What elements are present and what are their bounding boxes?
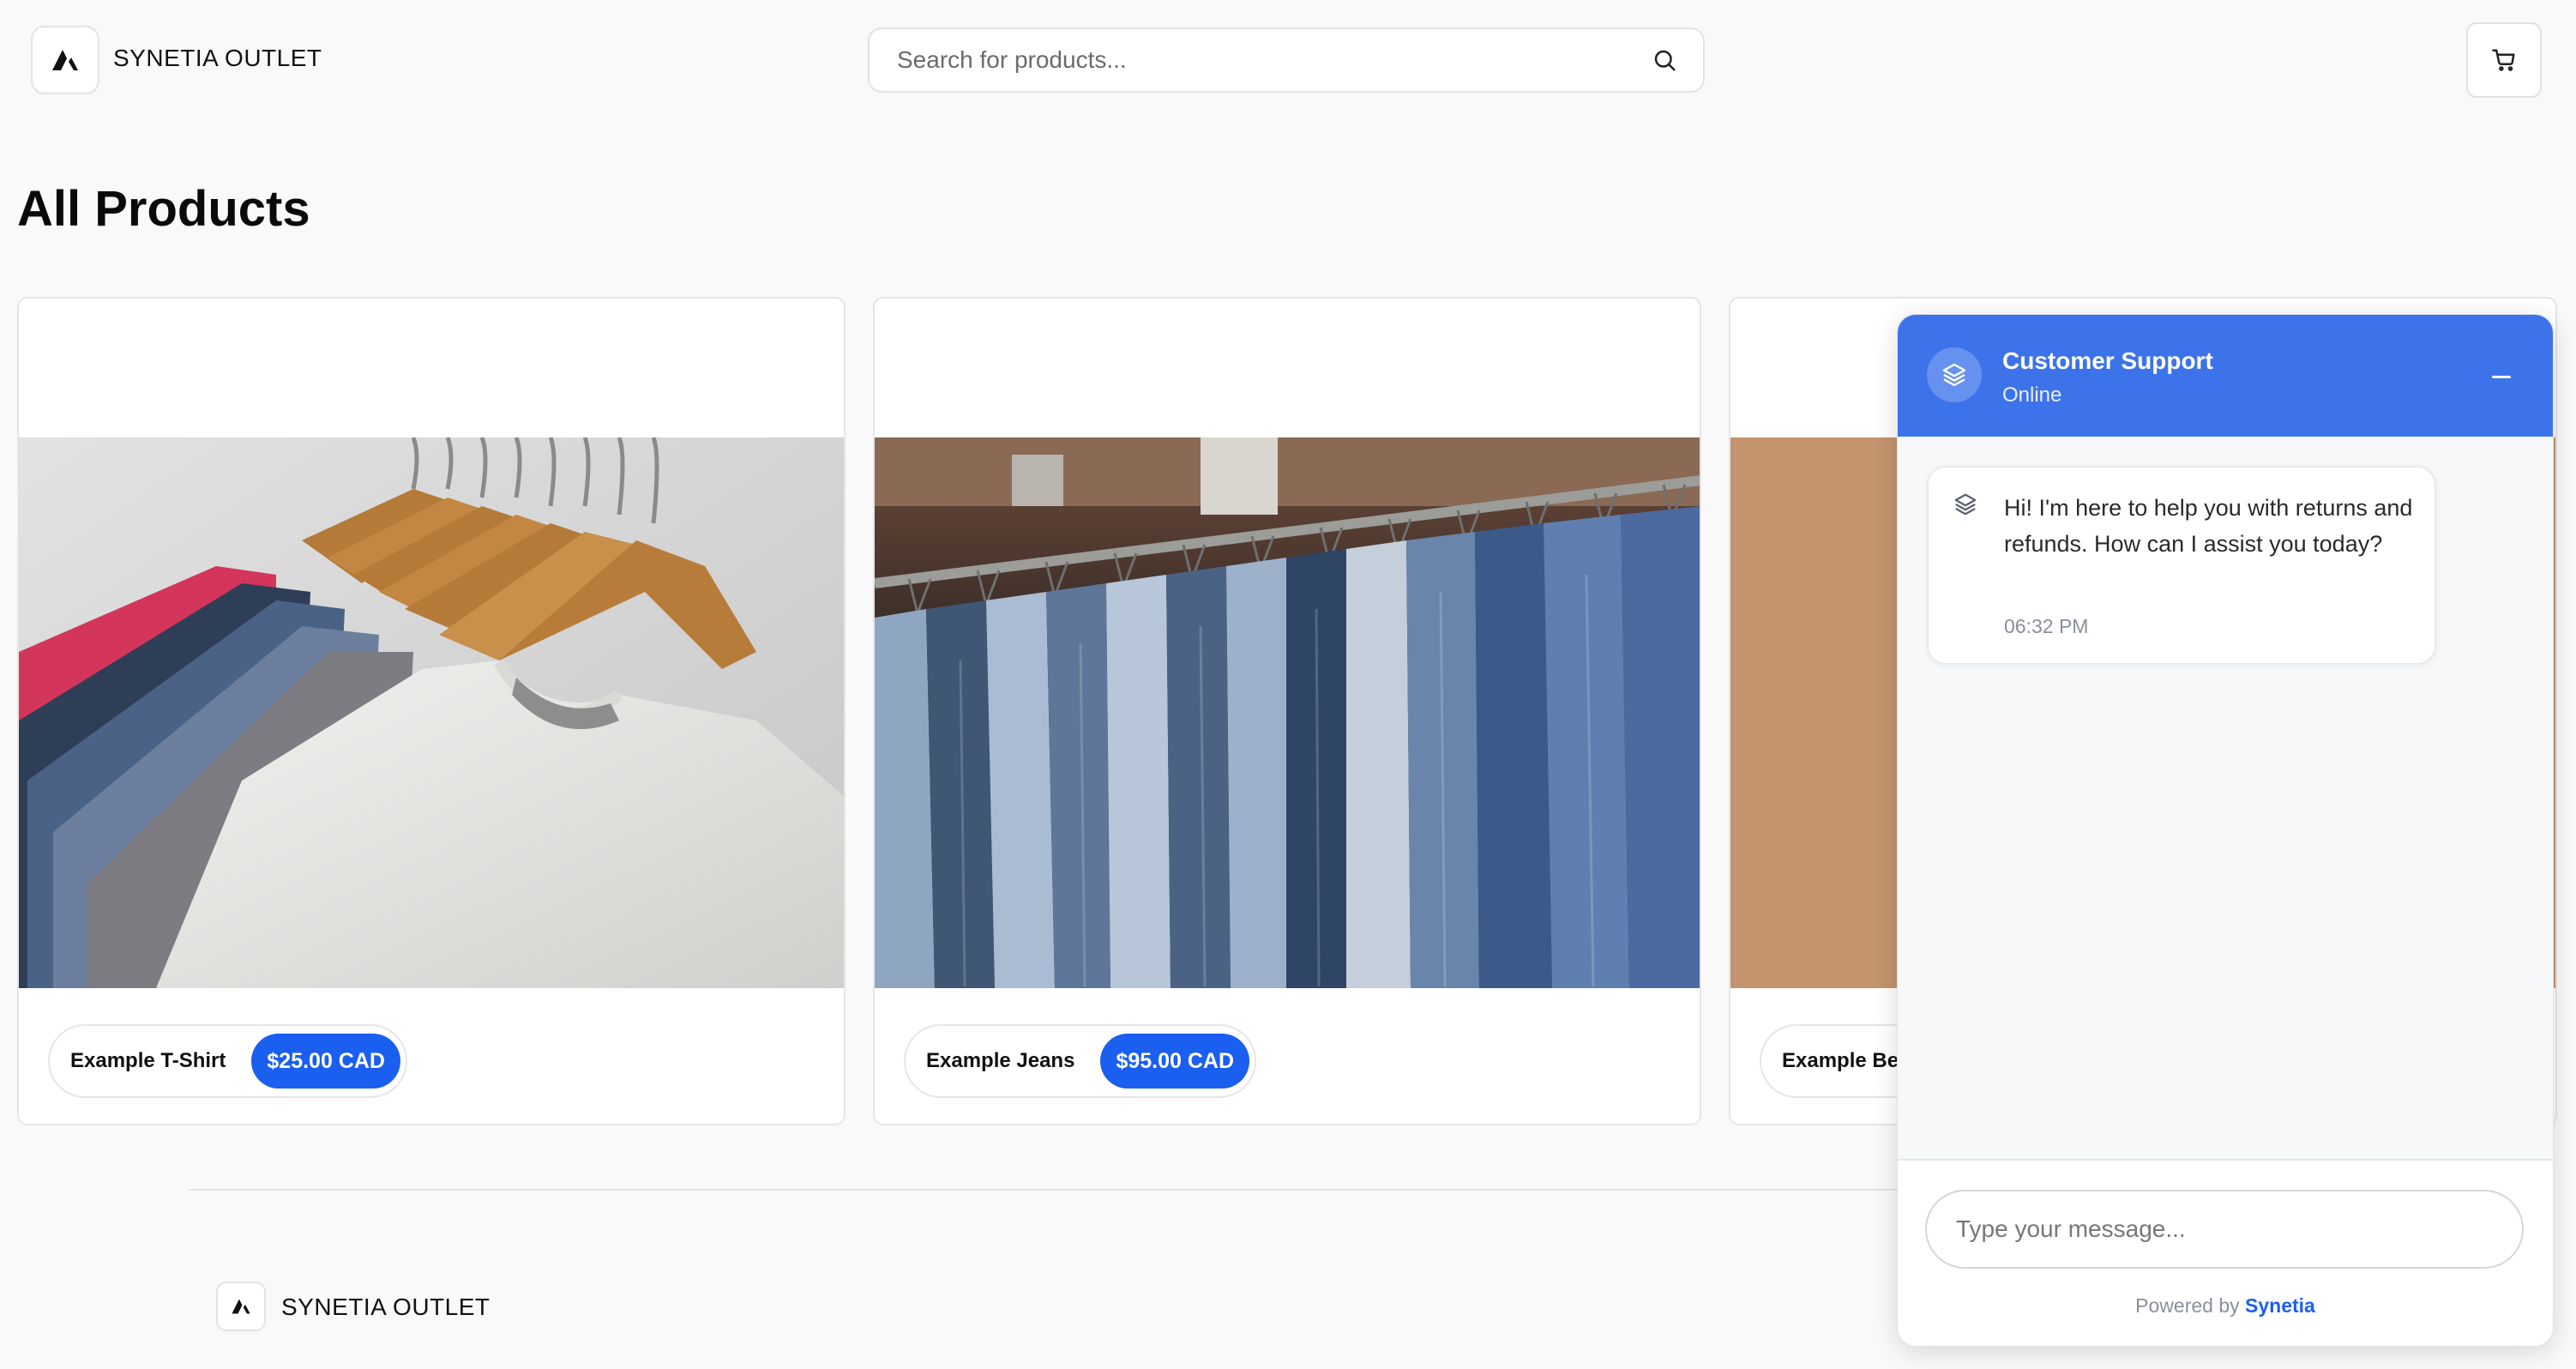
powered-by-prefix: Powered by [2135,1294,2240,1317]
chat-composer: Powered by Synetia [1898,1159,2553,1346]
chat-input-wrapper[interactable] [1925,1190,2524,1269]
storefront-page: SYNETIA OUTLET All Products [0,0,2576,1369]
search-icon[interactable] [1652,47,1677,73]
message-timestamp: 06:32 PM [2004,615,2089,637]
cart-icon [2492,49,2515,71]
search-input[interactable] [897,46,1652,74]
product-price: $25.00 CAD [251,1034,400,1089]
product-card-jeans[interactable]: Example Jeans $95.00 CAD [873,297,1701,1125]
chat-message-input[interactable] [1956,1215,2493,1243]
store-logo[interactable] [31,26,99,94]
product-name: Example Bea [1782,1049,1911,1072]
chat-status: Online [2002,383,2062,407]
chat-message-bot: Hi! I'm here to help you with returns an… [1927,466,2436,665]
triangle-logo-icon [232,1299,250,1314]
footer-logo[interactable] [216,1282,266,1331]
product-image-tshirt[interactable] [19,437,844,988]
message-text: Hi! I'm here to help you with returns an… [2004,495,2413,557]
search-bar[interactable] [868,27,1705,93]
support-chat-widget: Customer Support Online Hi! I'm here to … [1897,314,2554,1347]
support-avatar [1927,347,1982,402]
powered-by-brand-link[interactable]: Synetia [2245,1294,2315,1317]
layers-icon [1942,363,1966,387]
footer-store-name: SYNETIA OUTLET [281,1294,491,1320]
product-label-jeans[interactable]: Example Jeans $95.00 CAD [904,1024,1257,1098]
product-name: Example T-Shirt [70,1049,226,1072]
product-card-tshirt[interactable]: Example T-Shirt $25.00 CAD [17,297,846,1125]
page-title: All Products [17,181,310,237]
product-name: Example Jeans [926,1049,1075,1072]
product-image-jeans[interactable] [875,437,1700,988]
minimize-icon[interactable] [2488,363,2515,390]
cart-button[interactable] [2466,22,2542,98]
product-label-tshirt[interactable]: Example T-Shirt $25.00 CAD [48,1024,407,1098]
triangle-logo-icon [52,50,78,70]
footer-divider [189,1189,2118,1191]
powered-by: Powered by Synetia [1898,1294,2553,1318]
chat-header: Customer Support Online [1898,315,2553,437]
product-price: $95.00 CAD [1100,1034,1250,1089]
layers-icon [1954,493,1977,516]
store-name[interactable]: SYNETIA OUTLET [113,45,322,72]
chat-title: Customer Support [2002,347,2213,374]
